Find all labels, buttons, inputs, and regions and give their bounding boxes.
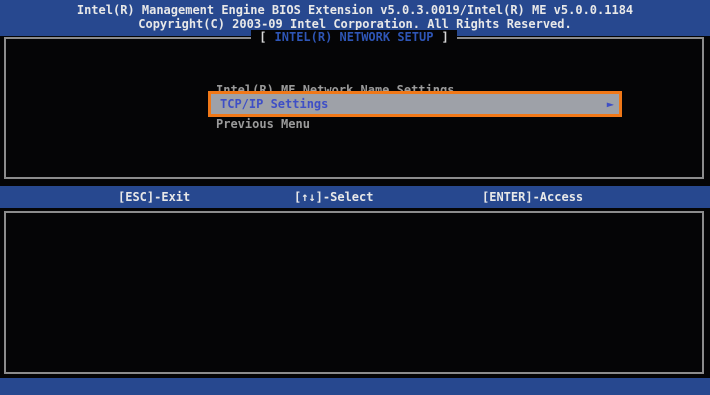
submenu-arrow-icon: ► [606,97,614,111]
product-version-text: Intel(R) Management Engine BIOS Extensio… [76,3,634,17]
select-key-hint: [↑↓]-Select [294,190,374,204]
bios-screen: Intel(R) Management Engine BIOS Extensio… [0,0,710,395]
key-help-bar: [ESC]-Exit [↑↓]-Select [ENTER]-Access [0,186,710,208]
menu-item-label: TCP/IP Settings [220,97,329,111]
menu-item-previous-menu[interactable]: Previous Menu [216,117,310,131]
panel-title: [ INTEL(R) NETWORK SETUP ] [6,30,702,44]
access-key-hint: [ENTER]-Access [482,190,584,204]
menu-item-tcp-ip-settings[interactable]: TCP/IP Settings ► [208,91,622,117]
footer-bar [0,378,710,395]
copyright-text: Copyright(C) 2003-09 Intel Corporation. … [138,17,572,31]
exit-key-hint: [ESC]-Exit [118,190,191,204]
help-panel [4,211,704,374]
panel-title-text: INTEL(R) NETWORK SETUP [270,30,438,44]
menu-item-label: Previous Menu [216,117,310,131]
